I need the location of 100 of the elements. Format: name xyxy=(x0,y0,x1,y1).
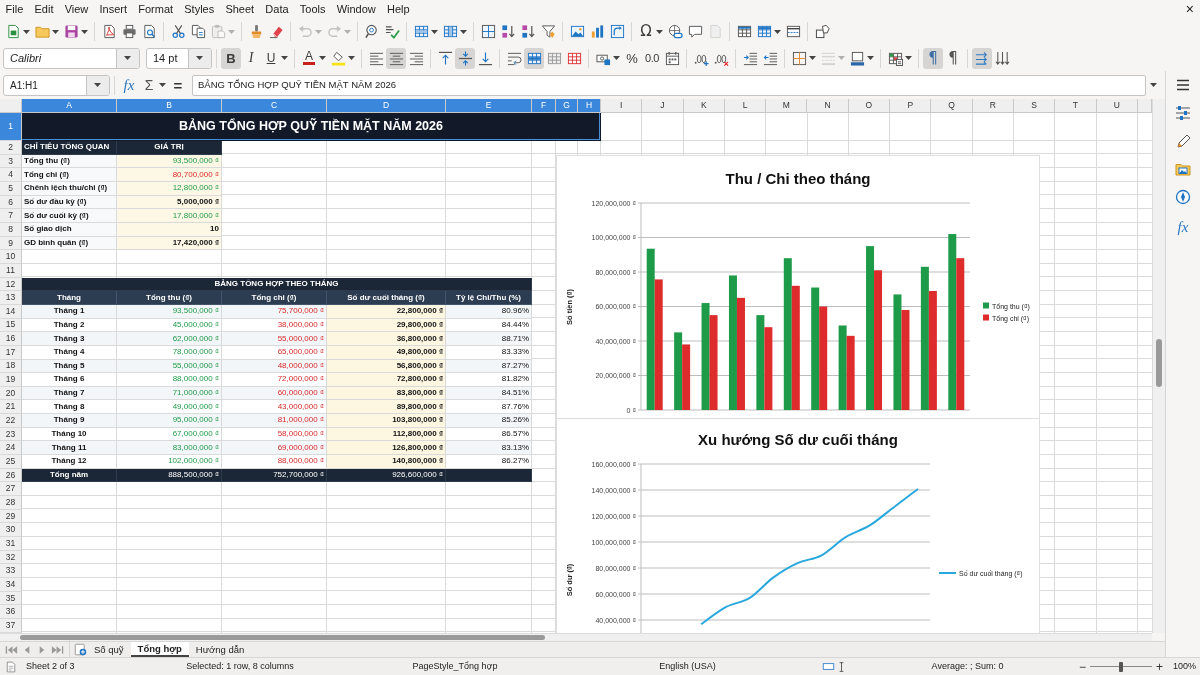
column-header[interactable]: O xyxy=(848,99,891,113)
selection-mode-icon[interactable] xyxy=(821,660,835,673)
font-color-button[interactable]: A xyxy=(299,47,319,69)
zoom-in-button[interactable]: + xyxy=(1152,660,1168,673)
dropdown-button[interactable] xyxy=(86,75,109,95)
column-header[interactable]: H xyxy=(578,99,601,113)
column-header[interactable]: Q xyxy=(931,99,973,113)
add-sheet-icon[interactable] xyxy=(74,643,87,656)
special-character-button[interactable]: Ω xyxy=(636,21,656,42)
text-cursor-icon[interactable] xyxy=(838,660,844,673)
row-header[interactable]: 36 xyxy=(0,605,22,619)
formula-button[interactable]: = xyxy=(168,74,188,96)
column-header[interactable]: C xyxy=(222,99,327,113)
scrollbar-thumb[interactable] xyxy=(1156,339,1162,387)
column-header[interactable]: E xyxy=(446,99,532,113)
dropdown-button[interactable] xyxy=(116,48,139,68)
sheet-tab[interactable]: Số quỹ xyxy=(87,642,131,657)
sheet-tab[interactable]: Hướng dẫn xyxy=(188,642,252,657)
caret-icon[interactable] xyxy=(774,29,781,34)
row-header[interactable]: 28 xyxy=(0,496,22,510)
column-header[interactable]: U xyxy=(1096,99,1138,113)
row-header[interactable]: 33 xyxy=(0,564,22,578)
column-header[interactable]: D xyxy=(327,99,446,113)
row-header[interactable]: 4 xyxy=(0,168,22,182)
row-header[interactable]: 2 xyxy=(0,141,22,155)
column-header[interactable]: K xyxy=(683,99,725,113)
menu-item[interactable]: Tools xyxy=(294,1,332,17)
close-button[interactable]: × xyxy=(1179,2,1200,16)
column-header[interactable]: P xyxy=(890,99,932,113)
row-header[interactable]: 27 xyxy=(0,482,22,497)
formula-input-field[interactable]: BẢNG TỔNG HỢP QUỸ TIỀN MẶT NĂM 2026 xyxy=(192,74,1146,96)
caret-icon[interactable] xyxy=(656,29,663,34)
rtl-button[interactable]: ¶ xyxy=(943,47,963,69)
row-header[interactable]: 25 xyxy=(0,455,22,469)
caret-icon[interactable] xyxy=(348,56,355,60)
compass-icon[interactable] xyxy=(1175,189,1191,205)
number-button[interactable]: 0.0 xyxy=(642,47,662,69)
ltr-button[interactable]: ¶ xyxy=(923,47,943,69)
text-ltr-button[interactable] xyxy=(972,47,992,69)
caret-icon[interactable] xyxy=(23,29,30,34)
menu-item[interactable]: File xyxy=(0,1,29,17)
percent-button[interactable]: % xyxy=(622,47,642,69)
row-header[interactable]: 34 xyxy=(0,578,22,592)
menu-item[interactable]: Help xyxy=(381,1,416,17)
row-header[interactable]: 13 xyxy=(0,291,22,305)
pencil-icon[interactable] xyxy=(1175,133,1191,149)
caret-icon[interactable] xyxy=(460,29,467,34)
caret-icon[interactable] xyxy=(81,29,88,34)
column-header[interactable]: A xyxy=(22,99,117,113)
row-header[interactable]: 21 xyxy=(0,400,22,415)
underline-button[interactable]: U xyxy=(261,47,281,69)
row-header[interactable]: 19 xyxy=(0,373,22,387)
menu-item[interactable]: Sheet xyxy=(219,1,260,17)
menu-item[interactable]: Window xyxy=(331,1,382,17)
dropdown-button[interactable] xyxy=(188,48,211,68)
vertical-scrollbar[interactable] xyxy=(1152,99,1165,633)
menu-item[interactable]: Styles xyxy=(178,1,220,17)
name-box-field[interactable]: A1:H1 xyxy=(3,74,110,96)
caret-icon[interactable] xyxy=(52,29,59,34)
caret-icon[interactable] xyxy=(809,56,816,60)
row-header[interactable]: 7 xyxy=(0,209,22,223)
language[interactable]: English (USA) xyxy=(659,660,716,671)
column-header[interactable]: S xyxy=(1013,99,1056,113)
font-name-field[interactable]: Calibri xyxy=(3,47,140,69)
caret-icon[interactable] xyxy=(281,56,288,60)
column-header[interactable]: G xyxy=(556,99,578,113)
row-header[interactable]: 31 xyxy=(0,537,22,551)
caret-icon[interactable] xyxy=(905,56,912,60)
menu-item[interactable]: View xyxy=(59,1,94,17)
row-header[interactable]: 24 xyxy=(0,441,22,456)
sliders-icon[interactable] xyxy=(1175,105,1191,121)
column-header[interactable]: B xyxy=(117,99,222,113)
column-header[interactable]: R xyxy=(972,99,1014,113)
menu-item[interactable]: Insert xyxy=(93,1,133,17)
scrollbar-thumb[interactable] xyxy=(20,635,545,640)
column-header[interactable]: F xyxy=(532,99,556,113)
row-header[interactable]: 10 xyxy=(0,250,22,264)
align-center-button[interactable] xyxy=(386,47,406,69)
merge-center-button[interactable] xyxy=(524,47,544,69)
row-header[interactable]: 30 xyxy=(0,523,22,538)
column-header[interactable]: M xyxy=(766,99,808,113)
sum-button[interactable]: Σ xyxy=(139,74,159,96)
menu-item[interactable]: Edit xyxy=(28,1,60,17)
caret-icon[interactable] xyxy=(159,83,166,87)
sheet-tab[interactable]: Tổng hợp xyxy=(130,642,189,657)
caret-icon[interactable] xyxy=(319,56,326,60)
align-middle-button[interactable] xyxy=(455,47,475,69)
image-folder-icon[interactable] xyxy=(1175,161,1191,177)
function-wizard-button[interactable]: fx xyxy=(119,74,139,96)
bold-button[interactable]: B xyxy=(221,47,241,69)
caret-icon[interactable] xyxy=(195,56,203,60)
row-header[interactable]: 1 xyxy=(0,113,22,141)
caret-icon[interactable] xyxy=(123,56,131,60)
row-header[interactable]: 22 xyxy=(0,414,22,428)
caret-icon[interactable] xyxy=(1150,83,1157,87)
row-header[interactable]: 16 xyxy=(0,332,22,346)
column-header[interactable]: L xyxy=(724,99,767,113)
column-header[interactable]: J xyxy=(642,99,684,113)
menu-icon[interactable] xyxy=(1175,77,1191,93)
column-header[interactable]: I xyxy=(601,99,643,113)
